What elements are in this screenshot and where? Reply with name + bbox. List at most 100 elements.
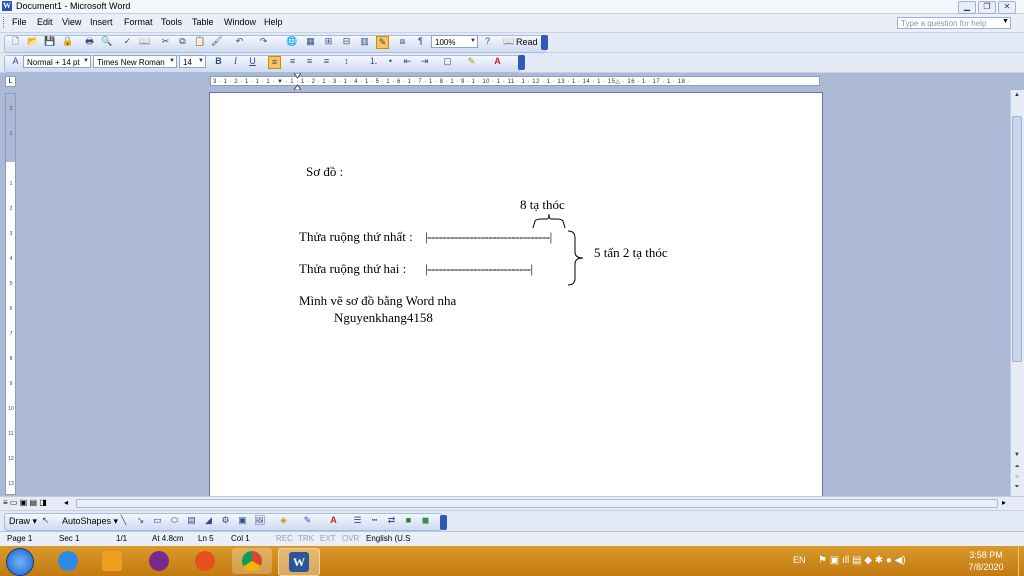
border-icon[interactable]: ▢	[442, 56, 453, 67]
spelling-icon[interactable]: ✓	[122, 36, 133, 47]
oval-icon[interactable]: ⬭	[169, 515, 180, 526]
zoom-select[interactable]: 100% ▼	[431, 35, 478, 48]
menu-tools[interactable]: Tools	[161, 17, 182, 27]
document-map-icon[interactable]: ⧈	[397, 36, 408, 47]
read-button[interactable]: Read	[516, 37, 538, 47]
increase-indent-icon[interactable]: ⇥	[419, 56, 430, 67]
diagram-icon[interactable]: ⚙	[220, 515, 231, 526]
highlight-icon[interactable]: ✎	[466, 56, 477, 67]
line-icon[interactable]: ╲	[118, 515, 129, 526]
insert-table-icon[interactable]: ⊞	[323, 36, 334, 47]
align-right-icon[interactable]: ≡	[304, 56, 315, 67]
horizontal-scrollbar[interactable]: ≡ ▭ ▣ ▤ ◨ ◂ ▸	[0, 496, 1024, 510]
menu-edit[interactable]: Edit	[37, 17, 53, 27]
help-icon[interactable]: ?	[482, 36, 493, 47]
align-center-icon[interactable]: ≡	[287, 56, 298, 67]
line-style-icon[interactable]: ☰	[352, 515, 363, 526]
italic-icon[interactable]: I	[230, 56, 241, 67]
line-spacing-icon[interactable]: ↕	[341, 56, 352, 67]
text-box-icon[interactable]: ▤	[186, 515, 197, 526]
autoshapes-button[interactable]: AutoShapes ▾	[62, 516, 118, 527]
drawing-toolbar-options[interactable]	[440, 515, 447, 530]
cut-icon[interactable]: ✂	[160, 36, 171, 47]
help-dropdown-icon[interactable]: ▼	[1002, 18, 1009, 25]
draw-menu-button[interactable]: Draw ▾	[9, 516, 37, 527]
clock-time[interactable]: 3:58 PM	[968, 550, 1004, 560]
scroll-down-icon[interactable]: ▼	[1012, 452, 1022, 458]
shadow-icon[interactable]: ■	[403, 515, 414, 526]
open-icon[interactable]: 📂	[27, 36, 38, 47]
copy-icon[interactable]: ⧉	[177, 36, 188, 47]
font-size-select[interactable]: 14 ▼	[179, 55, 206, 68]
minimize-button[interactable]: ▁	[958, 1, 976, 14]
clip-art-icon[interactable]: ▣	[237, 515, 248, 526]
columns-icon[interactable]: ▥	[359, 36, 370, 47]
taskbar-media-player[interactable]	[92, 548, 132, 574]
vertical-scroll-thumb[interactable]	[1012, 116, 1022, 362]
picture-icon[interactable]: 🖼	[254, 515, 265, 526]
wordart-icon[interactable]: ◢	[203, 515, 214, 526]
permission-icon[interactable]: 🔒	[62, 36, 73, 47]
indent-marker-icon[interactable]	[293, 72, 302, 91]
insert-excel-icon[interactable]: ⊟	[341, 36, 352, 47]
print-icon[interactable]: 🖶	[84, 36, 95, 47]
hyperlink-icon[interactable]: 🌐	[286, 36, 297, 47]
menu-table[interactable]: Table	[192, 17, 214, 27]
line-color-icon[interactable]: ✎	[302, 515, 313, 526]
show-hide-icon[interactable]: ¶	[415, 36, 426, 47]
arrow-style-icon[interactable]: ⇄	[386, 515, 397, 526]
new-document-icon[interactable]: 🗋	[10, 36, 21, 47]
fill-color-icon[interactable]: ◈	[278, 515, 289, 526]
font-color-icon[interactable]: A	[492, 56, 503, 67]
print-preview-icon[interactable]: 🔍	[101, 36, 112, 47]
redo-icon[interactable]: ↷	[258, 36, 269, 47]
menu-window[interactable]: Window	[224, 17, 256, 27]
menu-help[interactable]: Help	[264, 17, 283, 27]
previous-page-icon[interactable]: ⏶	[1012, 464, 1022, 471]
scroll-left-icon[interactable]: ◂	[64, 498, 68, 507]
research-icon[interactable]: 📖	[139, 36, 150, 47]
taskbar-ie[interactable]	[48, 548, 88, 574]
horizontal-scroll-thumb[interactable]	[76, 499, 998, 508]
taskbar-word[interactable]: W	[278, 548, 320, 576]
vertical-scrollbar[interactable]: ▲ ▼ ⏶ ○ ⏷	[1010, 90, 1024, 496]
rectangle-icon[interactable]: ▭	[152, 515, 163, 526]
decrease-indent-icon[interactable]: ⇤	[402, 56, 413, 67]
formatting-toolbar-options[interactable]	[518, 55, 525, 70]
browse-object-icon[interactable]: ○	[1012, 474, 1022, 480]
justify-icon[interactable]: ≡	[321, 56, 332, 67]
scroll-right-icon[interactable]: ▸	[1002, 498, 1006, 507]
language-indicator[interactable]: EN	[793, 555, 806, 565]
status-rec[interactable]: REC	[276, 534, 293, 543]
menu-insert[interactable]: Insert	[90, 17, 113, 27]
menu-format[interactable]: Format	[124, 17, 153, 27]
underline-icon[interactable]: U	[247, 56, 258, 67]
3d-icon[interactable]: ◼	[420, 515, 431, 526]
drawing-icon[interactable]: ✎	[376, 36, 389, 49]
read-icon[interactable]: 📖	[503, 36, 514, 47]
show-desktop-button[interactable]	[1018, 546, 1024, 576]
close-button[interactable]: ✕	[998, 1, 1016, 14]
style-select[interactable]: Normal + 14 pt ▼	[23, 55, 91, 68]
maximize-button[interactable]: ❐	[978, 1, 996, 14]
clock-date[interactable]: 7/8/2020	[966, 562, 1006, 572]
bold-icon[interactable]: B	[213, 56, 224, 67]
standard-toolbar-options[interactable]	[541, 35, 548, 50]
status-trk[interactable]: TRK	[298, 534, 314, 543]
select-objects-icon[interactable]: ↖	[40, 515, 51, 526]
next-page-icon[interactable]: ⏷	[1012, 484, 1022, 491]
scroll-up-icon[interactable]: ▲	[1012, 92, 1022, 98]
numbering-icon[interactable]: ⒈	[368, 56, 379, 67]
start-button[interactable]	[6, 548, 34, 576]
tables-borders-icon[interactable]: ▦	[305, 36, 316, 47]
taskbar-browser[interactable]	[139, 548, 179, 574]
save-icon[interactable]: 💾	[44, 36, 55, 47]
menu-view[interactable]: View	[62, 17, 81, 27]
menu-file[interactable]: File	[12, 17, 27, 27]
system-tray-icons[interactable]: ⚑ ▣ ıll ▤ ◆ ✱ ● ◀)	[818, 555, 906, 566]
tab-selector[interactable]: L	[5, 76, 16, 87]
help-search-input[interactable]: Type a question for help	[897, 17, 1011, 29]
paste-icon[interactable]: 📋	[194, 36, 205, 47]
status-ext[interactable]: EXT	[320, 534, 336, 543]
view-buttons[interactable]: ≡ ▭ ▣ ▤ ◨	[3, 498, 47, 507]
